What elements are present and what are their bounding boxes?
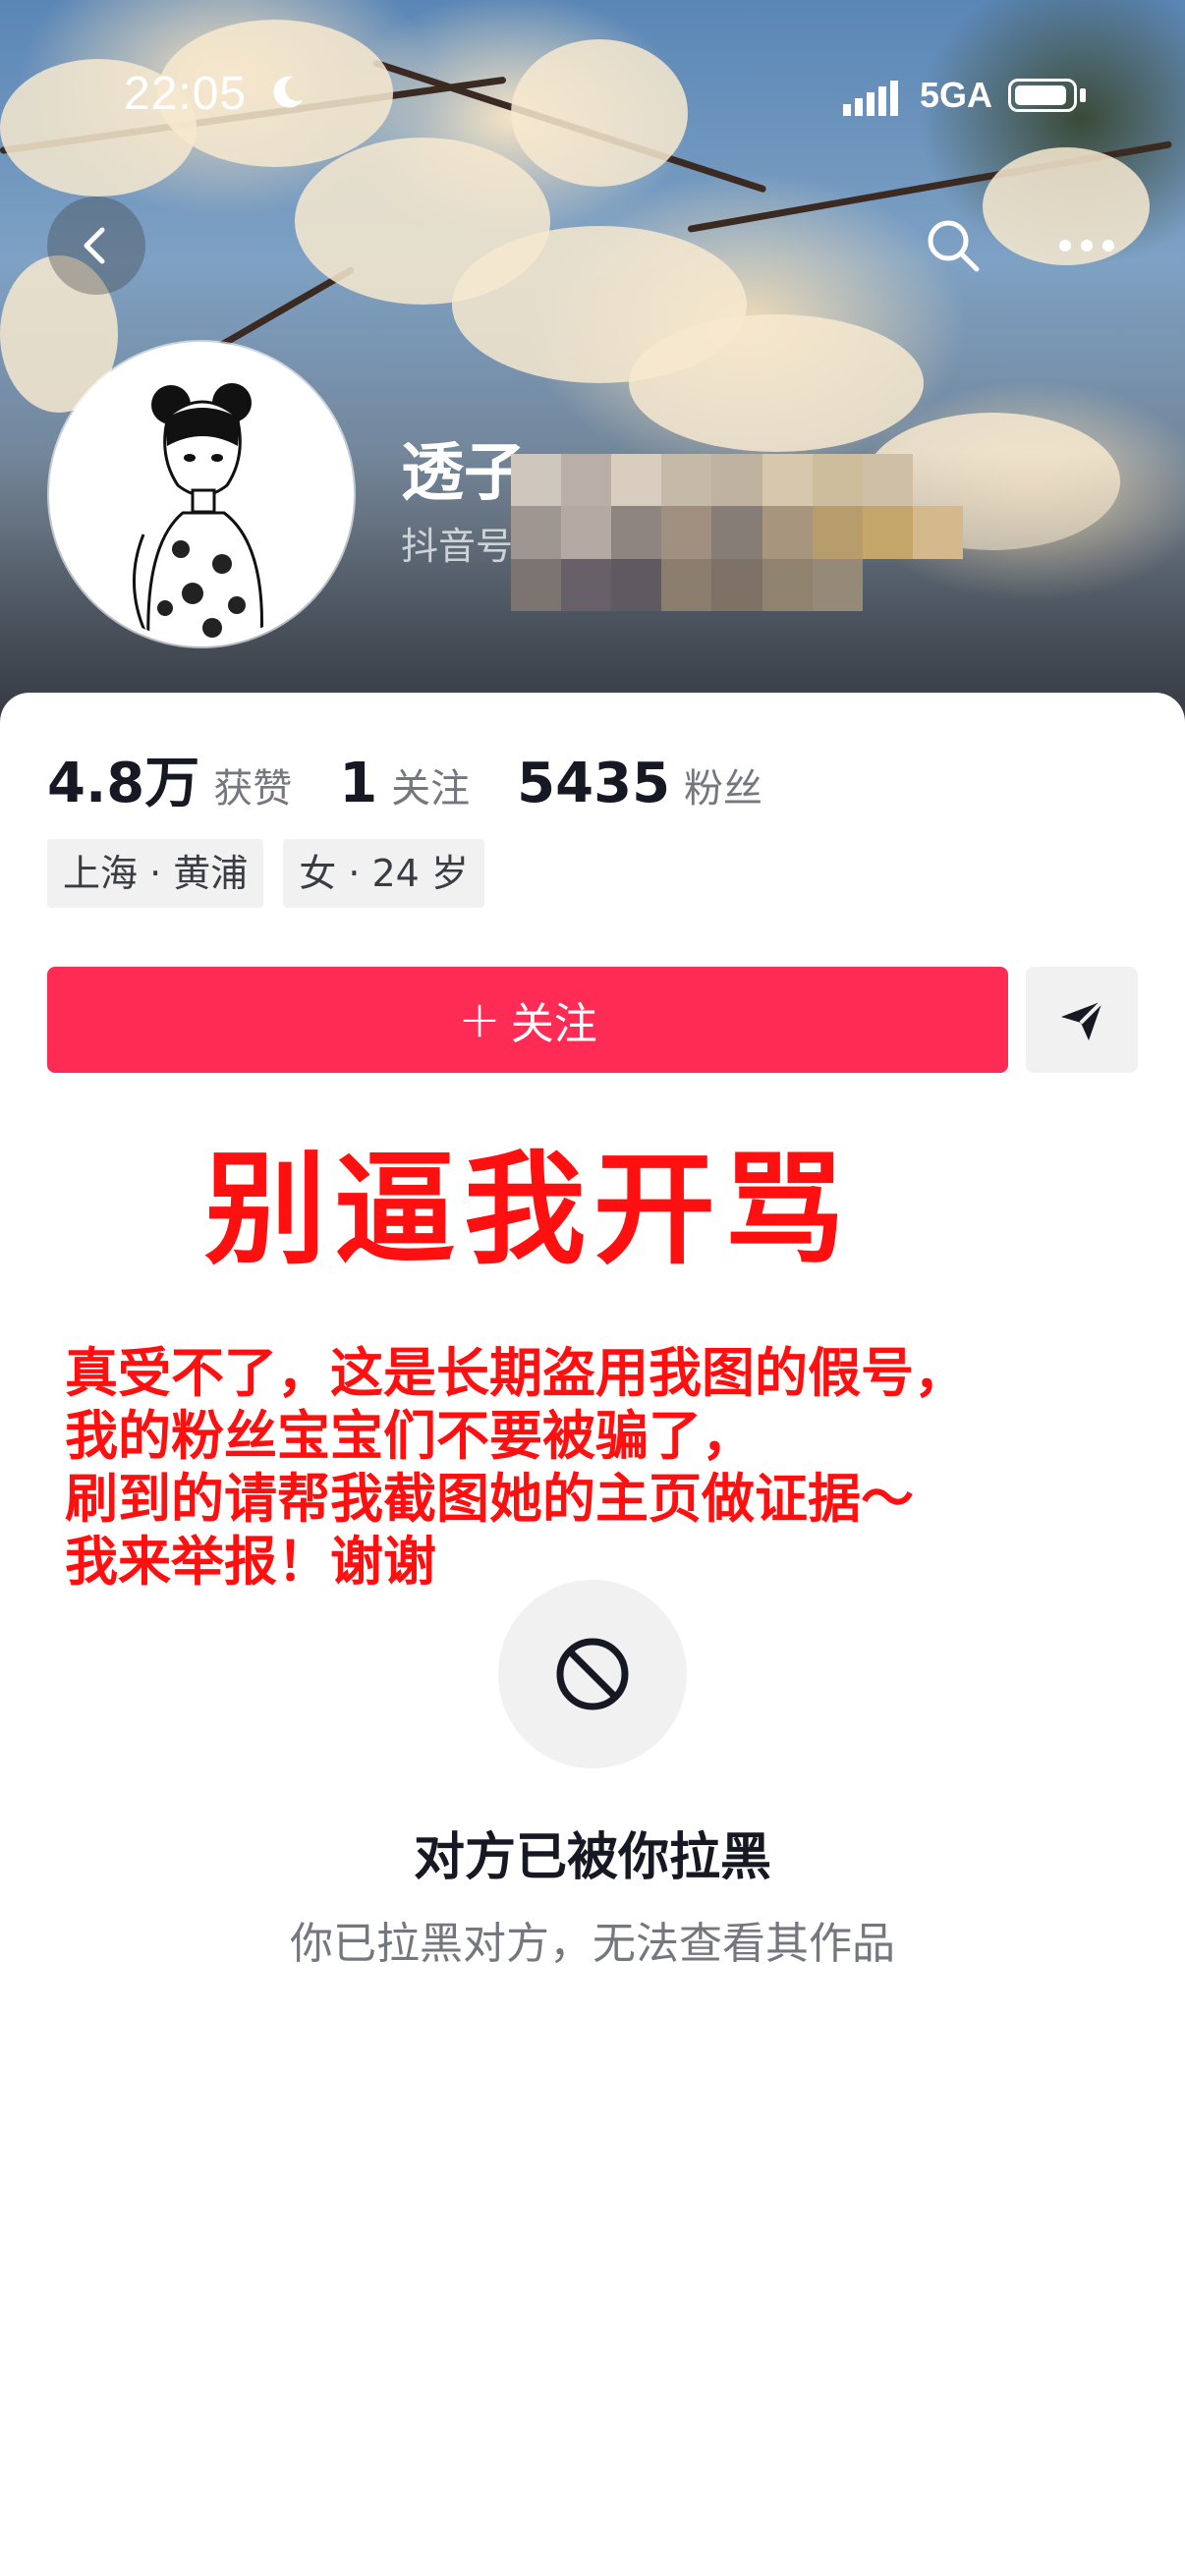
avatar[interactable] <box>49 342 354 646</box>
profile-name: 透子 <box>401 437 527 510</box>
likes-label: 获赞 <box>213 766 293 812</box>
overlay-message: 真受不了，这是长期盗用我图的假号， 我的粉丝宝宝们不要被骗了， 刷到的请帮我截图… <box>65 1342 1165 1594</box>
likes-count: 4.8万 <box>47 752 200 815</box>
following-count[interactable]: 1 <box>339 752 377 815</box>
signal-icon <box>843 81 898 116</box>
douyin-id-label: 抖音号 <box>401 525 514 568</box>
search-button[interactable] <box>914 206 992 285</box>
blocked-subtitle: 你已拉黑对方，无法查看其作品 <box>290 1919 895 1969</box>
overlay-title: 别逼我开骂 <box>203 1140 853 1281</box>
more-button[interactable] <box>1047 206 1126 285</box>
profile-banner: 22:05 5GA 透子 抖音号 <box>0 0 1185 747</box>
battery-icon <box>1008 79 1077 112</box>
more-horizontal-icon <box>1059 240 1114 252</box>
overlay-line: 我的粉丝宝宝们不要被骗了， <box>65 1405 755 1467</box>
back-button[interactable] <box>47 196 145 295</box>
redaction-mosaic <box>511 454 963 611</box>
overlay-line: 真受不了，这是长期盗用我图的假号， <box>65 1342 967 1404</box>
status-time: 22:05 <box>124 68 248 120</box>
followers-label[interactable]: 粉丝 <box>684 756 762 813</box>
send-icon <box>1061 999 1104 1040</box>
overlay-line: 刷到的请帮我截图她的主页做证据～ <box>65 1468 914 1530</box>
followers-count[interactable]: 5435 <box>517 752 670 815</box>
network-type: 5GA <box>920 75 993 115</box>
profile-tags: 上海 · 黄浦 女 · 24 岁 <box>47 839 484 908</box>
chevron-left-icon <box>84 227 105 264</box>
gender-age-tag: 女 · 24 岁 <box>283 839 484 908</box>
avatar-illustration <box>55 348 348 641</box>
follow-label: 关注 <box>510 999 597 1049</box>
follow-button[interactable]: + 关注 <box>47 967 1008 1073</box>
moon-icon <box>273 76 303 108</box>
blocked-icon-container <box>498 1580 687 1768</box>
location-tag: 上海 · 黄浦 <box>47 839 264 908</box>
plus-icon: + <box>458 990 501 1049</box>
block-icon <box>556 1638 629 1710</box>
profile-stats: 4.8万 获赞 1 关注 5435 粉丝 <box>47 739 810 818</box>
search-icon <box>928 220 980 272</box>
following-label[interactable]: 关注 <box>391 756 470 813</box>
blocked-title: 对方已被你拉黑 <box>413 1828 771 1887</box>
message-button[interactable] <box>1026 967 1138 1073</box>
